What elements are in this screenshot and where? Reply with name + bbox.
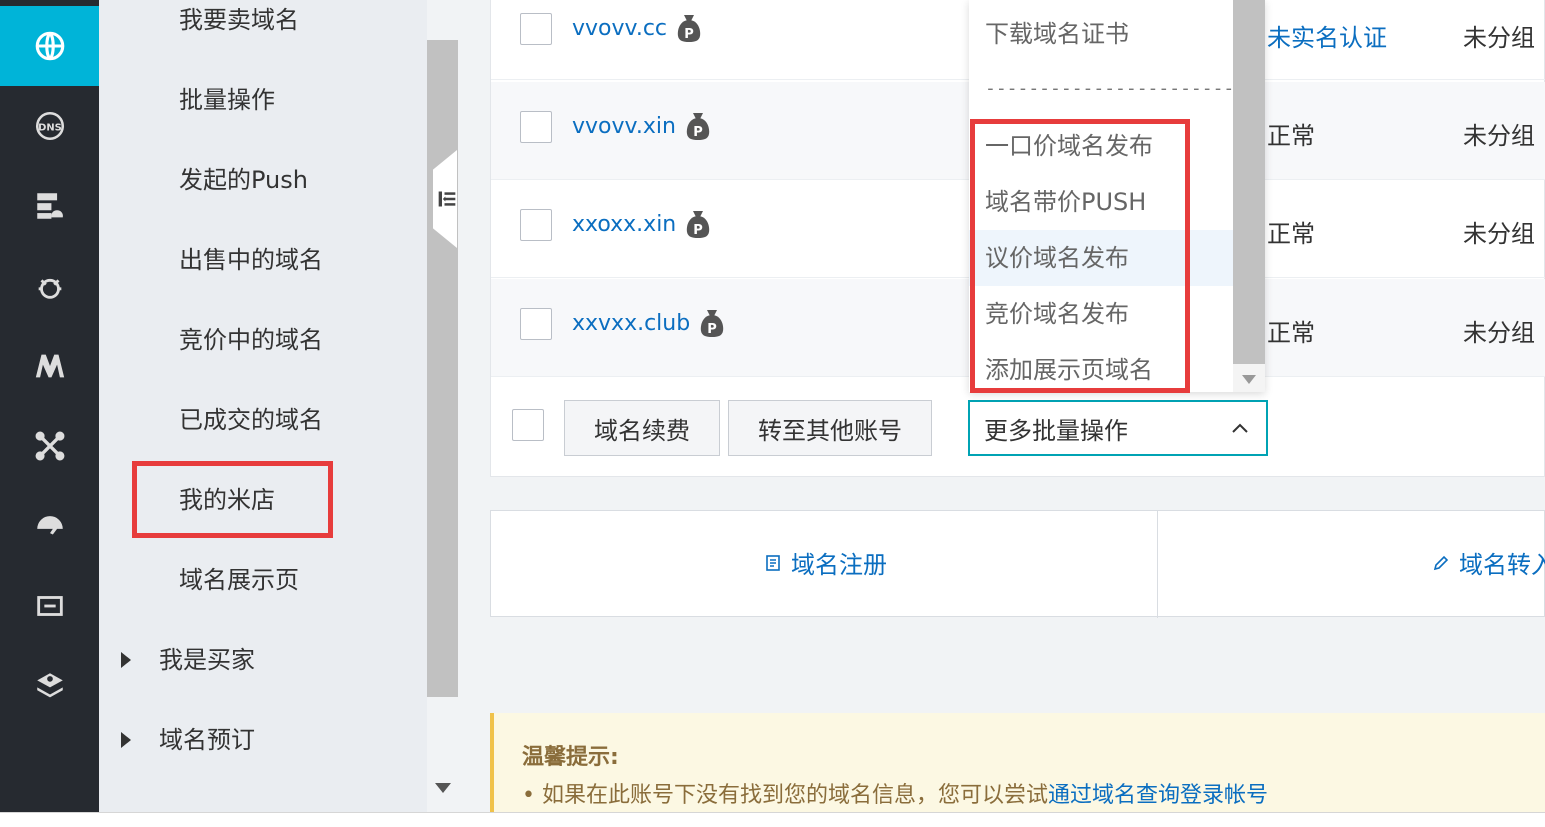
- bug-icon: [38, 278, 61, 299]
- warm-tip-box: 温馨提示: • 如果在此账号下没有找到您的域名信息，您可以尝试通过域名查询登录帐…: [490, 713, 1545, 812]
- my-store-highlight: [132, 461, 333, 538]
- server-cloud-icon: [36, 193, 63, 219]
- status-text[interactable]: 未实名认证: [1267, 18, 1387, 53]
- quick-action-cards: 域名注册 域名转入: [490, 510, 1545, 618]
- subnav-scrollbar[interactable]: [427, 0, 458, 812]
- domain-name: xxvxx.club: [572, 310, 691, 336]
- svg-text:P: P: [684, 27, 694, 42]
- status-text: 正常: [1267, 122, 1315, 150]
- collapse-icon: [438, 191, 456, 207]
- card-divider: [1157, 511, 1158, 618]
- subnav-item-showcase[interactable]: 域名展示页: [179, 560, 299, 620]
- domain-link[interactable]: xxvxx.club P: [572, 307, 726, 339]
- domain-name: vvovv.xin: [572, 113, 676, 139]
- tip-link[interactable]: 通过域名查询登录帐号: [1048, 783, 1268, 808]
- subnav-group-label: 我是买家: [159, 646, 255, 674]
- dropdown-highlight: [970, 119, 1190, 393]
- subnav-item-batch[interactable]: 批量操作: [179, 80, 275, 140]
- group-text: 未分组: [1463, 24, 1535, 52]
- subnav-group-buyer[interactable]: 我是买家: [121, 640, 255, 680]
- seller-subnav: 我要卖域名 批量操作 发起的Push 出售中的域名 竞价中的域名 已成交的域名 …: [99, 0, 427, 812]
- row-checkbox[interactable]: [520, 308, 552, 340]
- row-checkbox[interactable]: [520, 111, 552, 143]
- dd-item-download-cert[interactable]: 下载域名证书: [969, 6, 1233, 62]
- rail-hosting[interactable]: [0, 166, 99, 246]
- dns-icon: DNS: [35, 111, 64, 141]
- rail-domain[interactable]: [0, 6, 99, 86]
- money-bag-icon: P: [701, 310, 724, 337]
- svg-text:P: P: [694, 223, 704, 238]
- window-bottom-edge: [0, 812, 1545, 827]
- scroll-down-arrow-icon[interactable]: [1242, 375, 1256, 384]
- rail-security[interactable]: [0, 246, 99, 326]
- speed-icon: [36, 516, 63, 535]
- subnav-item-on-sale[interactable]: 出售中的域名: [179, 240, 323, 300]
- stack-icon: [36, 673, 63, 698]
- icon-rail: DNS: [0, 0, 99, 812]
- money-bag-icon: P: [687, 211, 710, 238]
- dropdown-scroll-thumb[interactable]: [1233, 0, 1265, 364]
- row-checkbox[interactable]: [520, 13, 552, 45]
- transfer-account-button[interactable]: 转至其他账号: [728, 400, 932, 456]
- group-text: 未分组: [1463, 122, 1535, 150]
- rail-network[interactable]: [0, 406, 99, 486]
- list-icon: [36, 596, 63, 616]
- transfer-in-label: 域名转入: [1459, 551, 1545, 579]
- subnav-group-reserve[interactable]: 域名预订: [121, 720, 255, 760]
- pencil-icon: [1433, 555, 1449, 570]
- select-all-checkbox[interactable]: [512, 409, 544, 441]
- dropdown-scrollbar[interactable]: [1233, 0, 1265, 392]
- transfer-in-link[interactable]: 域名转入: [1431, 545, 1545, 580]
- caret-right-icon: [121, 652, 131, 668]
- rail-mail[interactable]: [0, 326, 99, 406]
- rail-dns[interactable]: DNS: [0, 86, 99, 166]
- group-text: 未分组: [1463, 220, 1535, 248]
- domain-link[interactable]: xxoxx.xin P: [572, 208, 712, 240]
- tip-text: • 如果在此账号下没有找到您的域名信息，您可以尝试: [522, 783, 1048, 808]
- globe-icon: [35, 31, 64, 61]
- network-icon: [35, 431, 64, 461]
- subnav-group-label: 域名预订: [159, 726, 255, 754]
- caret-right-icon: [121, 732, 131, 748]
- group-text: 未分组: [1463, 319, 1535, 347]
- rail-stack[interactable]: [0, 646, 99, 726]
- subnav-item-sold[interactable]: 已成交的域名: [179, 400, 323, 460]
- rail-list[interactable]: [0, 566, 99, 646]
- chevron-up-icon: [1232, 423, 1248, 433]
- svg-text:P: P: [693, 125, 703, 140]
- status-text: 正常: [1267, 319, 1315, 347]
- subnav-scroll-thumb[interactable]: [427, 40, 458, 697]
- register-domain-label: 域名注册: [791, 551, 887, 579]
- domain-name: xxoxx.xin: [572, 211, 677, 237]
- m-logo-icon: [35, 354, 64, 378]
- more-bulk-select[interactable]: 更多批量操作: [968, 400, 1268, 456]
- row-checkbox[interactable]: [520, 209, 552, 241]
- more-bulk-label: 更多批量操作: [984, 416, 1128, 445]
- subnav-item-push[interactable]: 发起的Push: [179, 160, 308, 220]
- svg-text:P: P: [707, 322, 717, 337]
- money-bag-icon: P: [686, 113, 710, 140]
- rail-speed[interactable]: [0, 486, 99, 566]
- money-bag-icon: P: [677, 15, 701, 42]
- document-icon: [766, 554, 780, 571]
- tip-title: 温馨提示:: [522, 745, 619, 770]
- register-domain-link[interactable]: 域名注册: [763, 545, 887, 580]
- svg-text:DNS: DNS: [38, 122, 62, 133]
- domain-link[interactable]: vvovv.cc P: [572, 12, 703, 44]
- domain-link[interactable]: vvovv.xin P: [572, 110, 712, 142]
- domain-name: vvovv.cc: [572, 15, 668, 41]
- tip-line: • 如果在此账号下没有找到您的域名信息，您可以尝试通过域名查询登录帐号: [522, 777, 1268, 809]
- subnav-item-sell-domain[interactable]: 我要卖域名: [179, 0, 299, 60]
- scroll-down-arrow-icon[interactable]: [435, 783, 451, 793]
- dd-separator: --------------------------: [985, 78, 1267, 99]
- status-text: 正常: [1267, 220, 1315, 248]
- renew-button[interactable]: 域名续费: [564, 400, 720, 456]
- subnav-item-auction[interactable]: 竞价中的域名: [179, 320, 323, 380]
